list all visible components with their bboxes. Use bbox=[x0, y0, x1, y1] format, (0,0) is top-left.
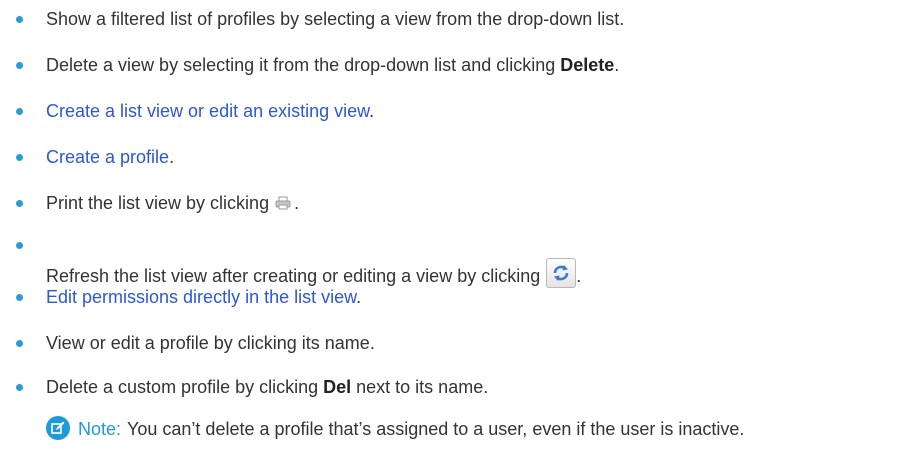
bullet-icon bbox=[16, 340, 23, 347]
print-icon[interactable] bbox=[275, 193, 291, 215]
note-callout: Note: You can’t delete a profile that’s a… bbox=[46, 416, 745, 442]
list-item-suffix: next to its name. bbox=[351, 377, 489, 397]
list-item-text: Refresh the list view after creating or … bbox=[46, 265, 541, 286]
list-item-suffix: . bbox=[294, 193, 300, 213]
note-edit-icon bbox=[46, 416, 70, 441]
bullet-icon bbox=[16, 62, 23, 69]
list-item-text: View or edit a profile by clicking its n… bbox=[46, 333, 375, 353]
create-profile-link[interactable]: Create a profile bbox=[46, 147, 169, 167]
bullet-icon bbox=[16, 294, 23, 301]
refresh-button[interactable] bbox=[546, 258, 577, 288]
list-item-text: Print the list view by clicking bbox=[46, 193, 270, 213]
edit-permissions-link[interactable]: Edit permissions directly in the list vi… bbox=[46, 287, 356, 307]
delete-term: Delete bbox=[560, 55, 615, 75]
bullet-icon bbox=[16, 108, 23, 115]
note-label: Note: bbox=[78, 419, 122, 439]
note-text: You can’t delete a profile that’s assign… bbox=[127, 419, 745, 439]
list-item-suffix: . bbox=[576, 265, 582, 286]
list-item-suffix: . bbox=[169, 147, 175, 167]
list-item-suffix: . bbox=[614, 55, 620, 75]
bullet-icon bbox=[16, 16, 23, 23]
bullet-icon bbox=[16, 242, 23, 249]
bullet-icon bbox=[16, 384, 23, 391]
list-item-suffix: . bbox=[369, 101, 375, 121]
list-item-text: Delete a custom profile by clicking bbox=[46, 377, 324, 397]
list-item-suffix: . bbox=[356, 287, 362, 307]
del-term: Del bbox=[323, 377, 352, 397]
create-list-view-link[interactable]: Create a list view or edit an existing v… bbox=[46, 101, 369, 121]
bullet-icon bbox=[16, 154, 23, 161]
bullet-icon bbox=[16, 200, 23, 207]
list-item-text: Show a filtered list of profiles by sele… bbox=[46, 9, 625, 29]
list-item-text: Delete a view by selecting it from the d… bbox=[46, 55, 561, 75]
